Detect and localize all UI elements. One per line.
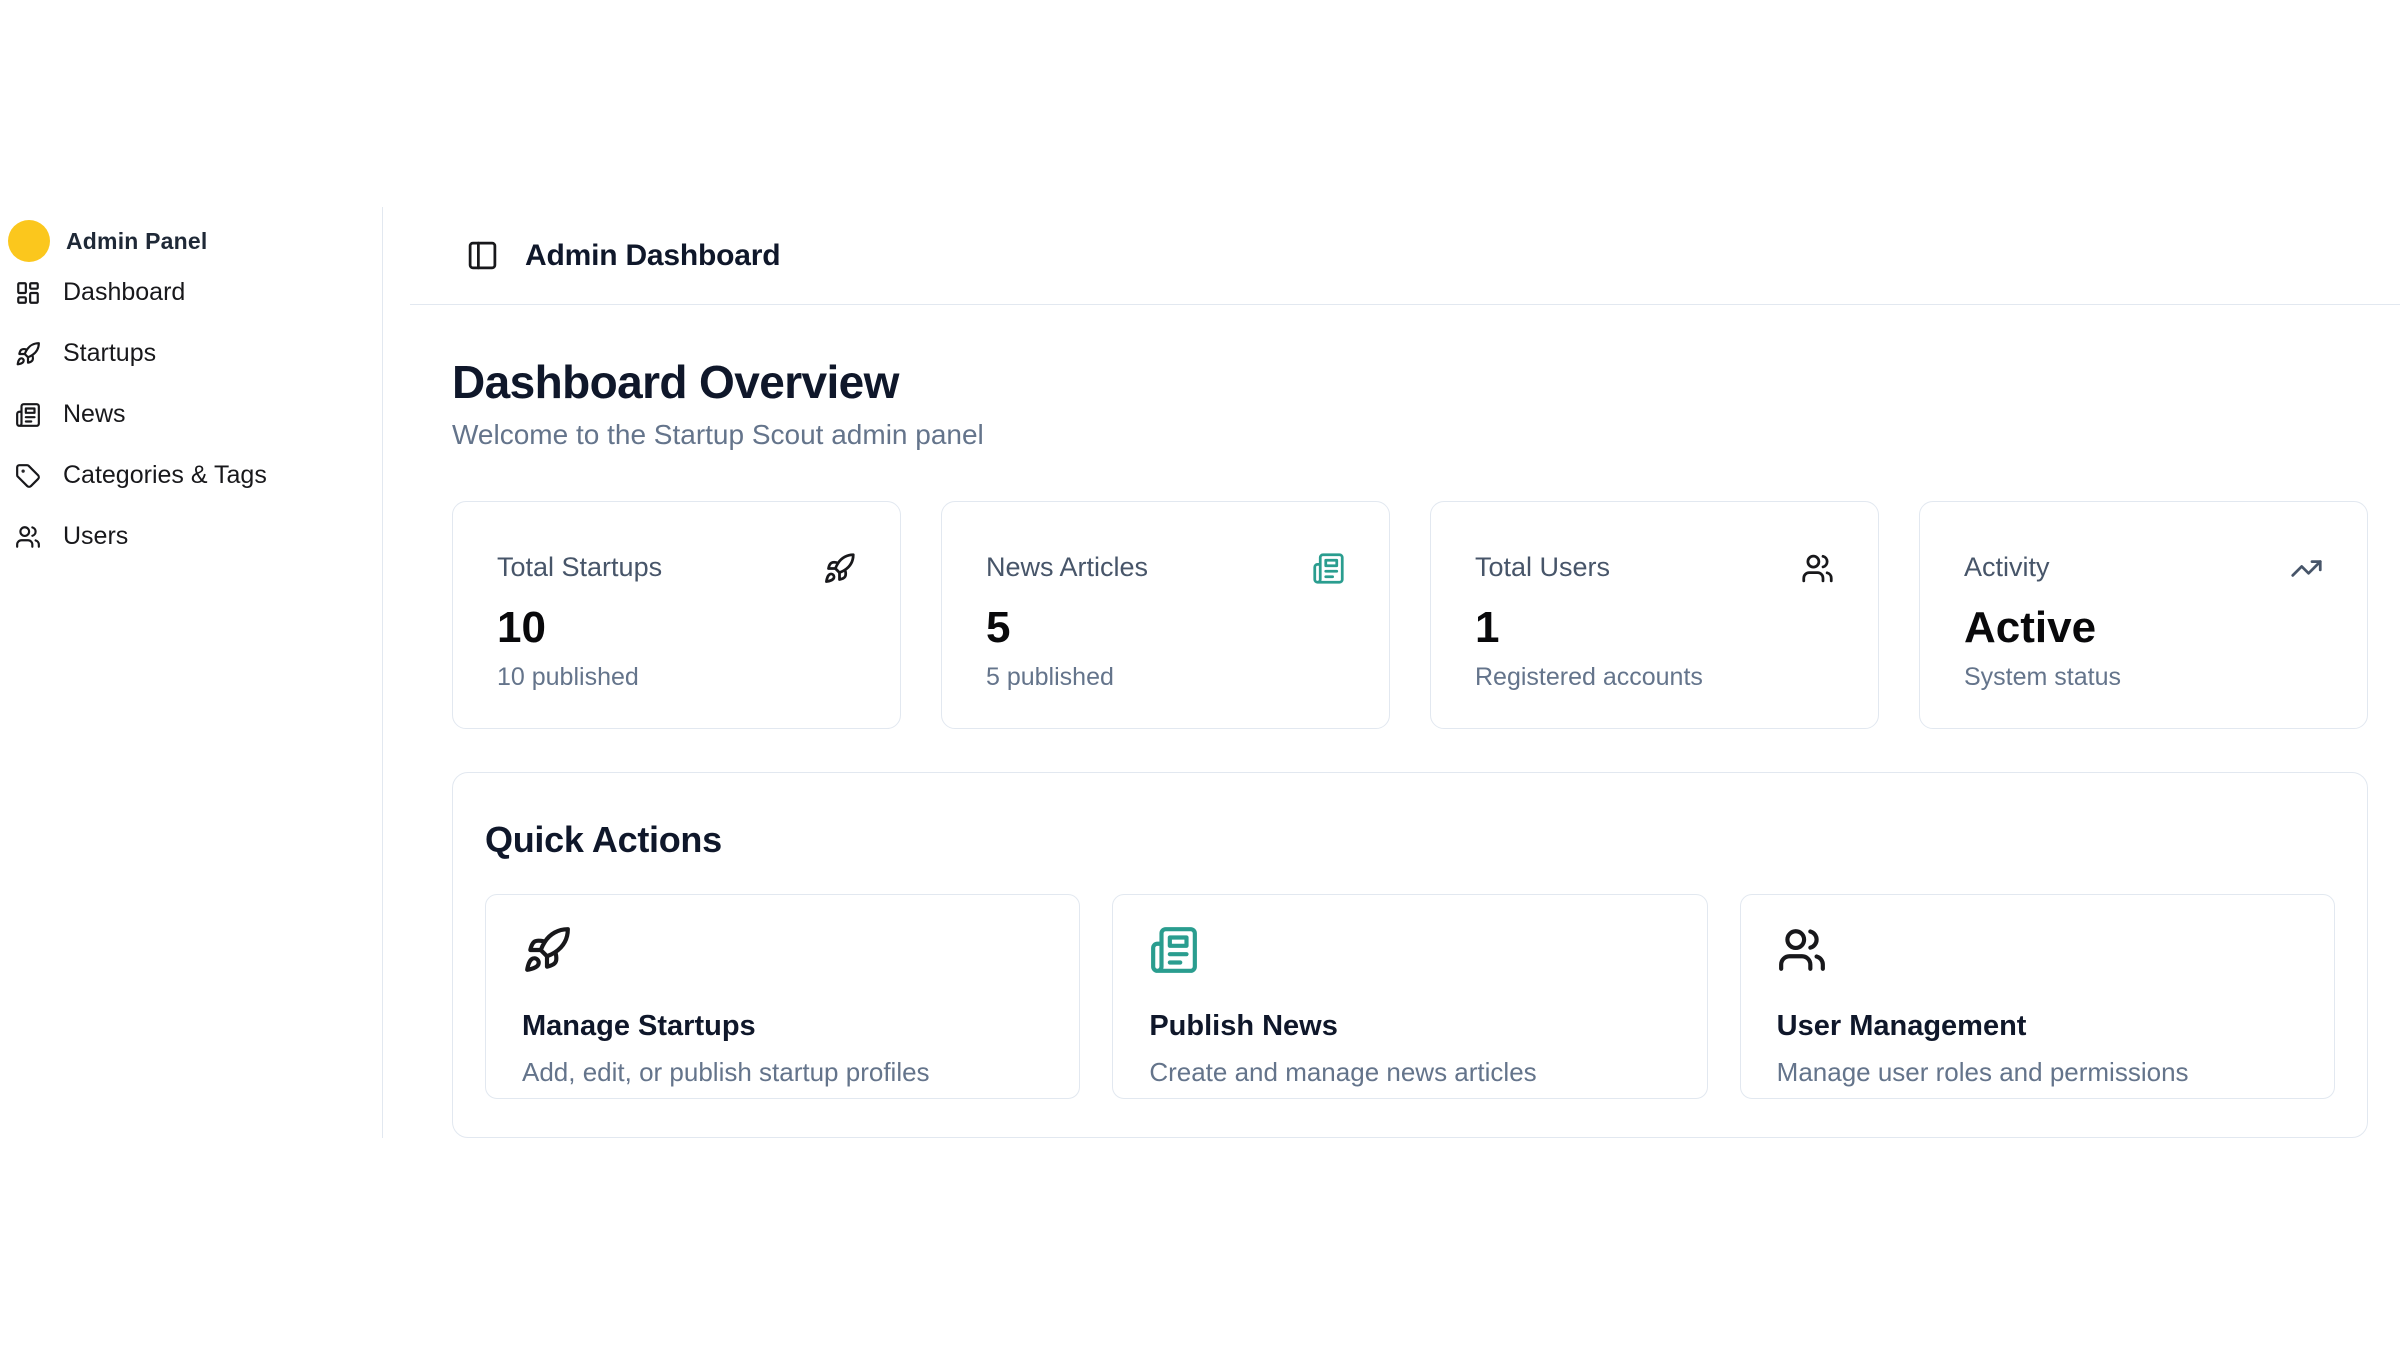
sidebar-item-label: Users xyxy=(63,522,128,551)
users-icon xyxy=(1777,925,1827,975)
sidebar-item-dashboard[interactable]: Dashboard xyxy=(8,262,366,323)
quick-action-card[interactable]: Publish News Create and manage news arti… xyxy=(1112,894,1707,1099)
quick-action-description: Create and manage news articles xyxy=(1149,1057,1670,1088)
newspaper-icon xyxy=(1312,552,1345,585)
stat-value: 10 xyxy=(497,605,856,651)
sidebar-item-label: Dashboard xyxy=(63,278,185,307)
stat-caption: Registered accounts xyxy=(1475,663,1834,692)
rocket-icon xyxy=(823,552,856,585)
stat-card: Total Startups 10 10 published xyxy=(452,501,901,729)
layout-dashboard-icon xyxy=(15,280,41,306)
stat-value: Active xyxy=(1964,605,2323,651)
quick-action-title: Publish News xyxy=(1149,1010,1670,1043)
rocket-icon xyxy=(15,341,41,367)
rocket-icon xyxy=(522,925,572,975)
quick-action-card[interactable]: Manage Startups Add, edit, or publish st… xyxy=(485,894,1080,1099)
quick-action-description: Manage user roles and permissions xyxy=(1777,1057,2298,1088)
sidebar-item-users[interactable]: Users xyxy=(8,506,366,567)
sidebar-item-categories-tags[interactable]: Categories & Tags xyxy=(8,445,366,506)
tag-icon xyxy=(15,463,41,489)
sidebar-item-label: Categories & Tags xyxy=(63,461,267,490)
sidebar-item-startups[interactable]: Startups xyxy=(8,323,366,384)
stat-card: Total Users 1 Registered accounts xyxy=(1430,501,1879,729)
stat-label: Activity xyxy=(1964,552,2323,583)
users-icon xyxy=(1801,552,1834,585)
brand-name: Admin Panel xyxy=(66,228,208,255)
stat-caption: 10 published xyxy=(497,663,856,692)
stat-caption: 5 published xyxy=(986,663,1345,692)
sidebar: Admin Panel Dashboard Startups News Cate… xyxy=(0,207,383,1138)
users-icon xyxy=(15,524,41,550)
sidebar-item-label: Startups xyxy=(63,339,156,368)
main-content: Dashboard Overview Welcome to the Startu… xyxy=(452,305,2368,1138)
admin-dashboard-page: Admin Panel Dashboard Startups News Cate… xyxy=(0,0,2400,1350)
stat-label: Total Users xyxy=(1475,552,1834,583)
page-subtitle: Welcome to the Startup Scout admin panel xyxy=(452,419,2368,451)
stat-caption: System status xyxy=(1964,663,2323,692)
header-title: Admin Dashboard xyxy=(525,239,780,273)
quick-action-title: Manage Startups xyxy=(522,1010,1043,1043)
quick-actions-panel: Quick Actions Manage Startups Add, edit,… xyxy=(452,772,2368,1138)
sidebar-item-label: News xyxy=(63,400,126,429)
stat-card: News Articles 5 5 published xyxy=(941,501,1390,729)
stat-value: 5 xyxy=(986,605,1345,651)
quick-action-title: User Management xyxy=(1777,1010,2298,1043)
newspaper-icon xyxy=(15,402,41,428)
brand: Admin Panel xyxy=(8,220,366,262)
page-title: Dashboard Overview xyxy=(452,355,2368,409)
sidebar-nav: Dashboard Startups News Categories & Tag… xyxy=(8,262,366,567)
stat-value: 1 xyxy=(1475,605,1834,651)
stats-row: Total Startups 10 10 published News Arti… xyxy=(452,501,2368,729)
trending-up-icon xyxy=(2290,552,2323,585)
quick-action-card[interactable]: User Management Manage user roles and pe… xyxy=(1740,894,2335,1099)
quick-actions-grid: Manage Startups Add, edit, or publish st… xyxy=(485,894,2335,1099)
quick-action-description: Add, edit, or publish startup profiles xyxy=(522,1057,1043,1088)
sidebar-item-news[interactable]: News xyxy=(8,384,366,445)
brand-logo-circle xyxy=(8,220,50,262)
sidebar-toggle-icon[interactable] xyxy=(466,239,499,272)
stat-card: Activity Active System status xyxy=(1919,501,2368,729)
stat-label: Total Startups xyxy=(497,552,856,583)
newspaper-icon xyxy=(1149,925,1199,975)
stat-label: News Articles xyxy=(986,552,1345,583)
quick-actions-title: Quick Actions xyxy=(485,819,2335,861)
header: Admin Dashboard xyxy=(410,207,2400,305)
